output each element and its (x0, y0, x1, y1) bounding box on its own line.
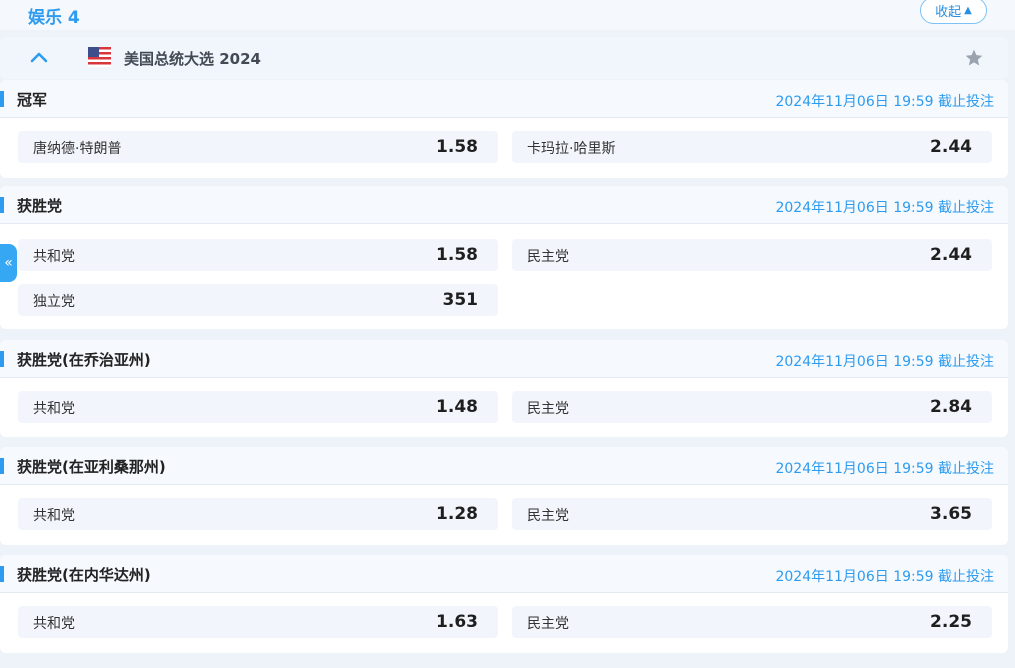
selection-odds: 2.84 (930, 397, 972, 417)
market-deadline: 2024年11月06日 19:59 截止投注 (775, 94, 994, 110)
market-header: 获胜党(在内华达州) 2024年11月06日 19:59 截止投注 (0, 555, 1008, 593)
selection-name: 唐纳德·特朗普 (33, 141, 122, 157)
selection-odds: 1.48 (436, 397, 478, 417)
market-deadline: 2024年11月06日 19:59 截止投注 (775, 354, 994, 370)
selection-name: 民主党 (527, 616, 569, 632)
selection-odds: 3.65 (930, 504, 972, 524)
market-deadline: 2024年11月06日 19:59 截止投注 (775, 569, 994, 585)
market-title: 获胜党(在内华达州) (17, 566, 151, 584)
selection-button[interactable]: 共和党 1.58 (18, 239, 498, 271)
selection-button[interactable]: 唐纳德·特朗普 1.58 (18, 131, 498, 163)
selection-button[interactable]: 卡玛拉·哈里斯 2.44 (512, 131, 992, 163)
selection-name: 共和党 (33, 249, 75, 265)
selection-name: 民主党 (527, 249, 569, 265)
selection-name: 民主党 (527, 401, 569, 417)
selection-button[interactable]: 民主党 2.44 (512, 239, 992, 271)
market-card: 获胜党(在亚利桑那州) 2024年11月06日 19:59 截止投注 共和党 1… (0, 447, 1008, 545)
accent-bar (0, 458, 4, 474)
selection-odds: 351 (442, 290, 479, 310)
category-header: 娱乐 4 收起 ▲ (0, 0, 1015, 30)
double-chevron-left-icon: « (4, 255, 13, 271)
selection-odds: 2.25 (930, 612, 972, 632)
market-header: 冠军 2024年11月06日 19:59 截止投注 (0, 80, 1008, 118)
collapse-button[interactable]: 收起 ▲ (920, 0, 987, 24)
market-deadline: 2024年11月06日 19:59 截止投注 (775, 200, 994, 216)
market-card: 获胜党(在乔治亚州) 2024年11月06日 19:59 截止投注 共和党 1.… (0, 340, 1008, 437)
selection-name: 独立党 (33, 294, 75, 310)
accent-bar (0, 91, 4, 107)
market-header: 获胜党(在乔治亚州) 2024年11月06日 19:59 截止投注 (0, 340, 1008, 378)
collapse-label: 收起 (935, 5, 962, 20)
selection-odds: 2.44 (930, 245, 972, 265)
market-title: 获胜党(在亚利桑那州) (17, 458, 166, 476)
chevron-up-icon[interactable] (30, 50, 48, 64)
selection-name: 卡玛拉·哈里斯 (527, 141, 616, 157)
market-header: 获胜党 2024年11月06日 19:59 截止投注 (0, 186, 1008, 224)
selection-odds: 1.58 (436, 137, 478, 157)
market-deadline: 2024年11月06日 19:59 截止投注 (775, 461, 994, 477)
market-title: 获胜党 (17, 197, 63, 215)
selection-button[interactable]: 民主党 3.65 (512, 498, 992, 530)
selection-button[interactable]: 独立党 351 (18, 284, 498, 316)
category-title: 娱乐 4 (28, 8, 80, 28)
market-card: 获胜党(在内华达州) 2024年11月06日 19:59 截止投注 共和党 1.… (0, 555, 1008, 653)
market-card: 冠军 2024年11月06日 19:59 截止投注 唐纳德·特朗普 1.58 卡… (0, 80, 1008, 178)
selection-button[interactable]: 共和党 1.28 (18, 498, 498, 530)
selection-button[interactable]: 共和党 1.63 (18, 606, 498, 638)
selection-button[interactable]: 民主党 2.25 (512, 606, 992, 638)
event-header[interactable]: 美国总统大选 2024 (0, 37, 1008, 79)
selection-name: 民主党 (527, 508, 569, 524)
triangle-up-icon: ▲ (964, 5, 972, 16)
selection-odds: 1.28 (436, 504, 478, 524)
selection-odds: 1.58 (436, 245, 478, 265)
us-flag-icon (88, 47, 111, 67)
event-name: 美国总统大选 2024 (124, 50, 261, 68)
selection-button[interactable]: 民主党 2.84 (512, 391, 992, 423)
market-title: 冠军 (17, 91, 48, 109)
accent-bar (0, 197, 4, 213)
market-card: 获胜党 2024年11月06日 19:59 截止投注 共和党 1.58 民主党 … (0, 186, 1008, 329)
side-panel-toggle[interactable]: « (0, 244, 17, 282)
selection-name: 共和党 (33, 401, 75, 417)
selection-odds: 1.63 (436, 612, 478, 632)
accent-bar (0, 351, 4, 367)
market-title: 获胜党(在乔治亚州) (17, 351, 151, 369)
selection-name: 共和党 (33, 508, 75, 524)
selection-odds: 2.44 (930, 137, 972, 157)
accent-bar (0, 566, 4, 582)
selection-name: 共和党 (33, 616, 75, 632)
selection-button[interactable]: 共和党 1.48 (18, 391, 498, 423)
market-header: 获胜党(在亚利桑那州) 2024年11月06日 19:59 截止投注 (0, 447, 1008, 485)
star-icon[interactable] (964, 48, 984, 68)
